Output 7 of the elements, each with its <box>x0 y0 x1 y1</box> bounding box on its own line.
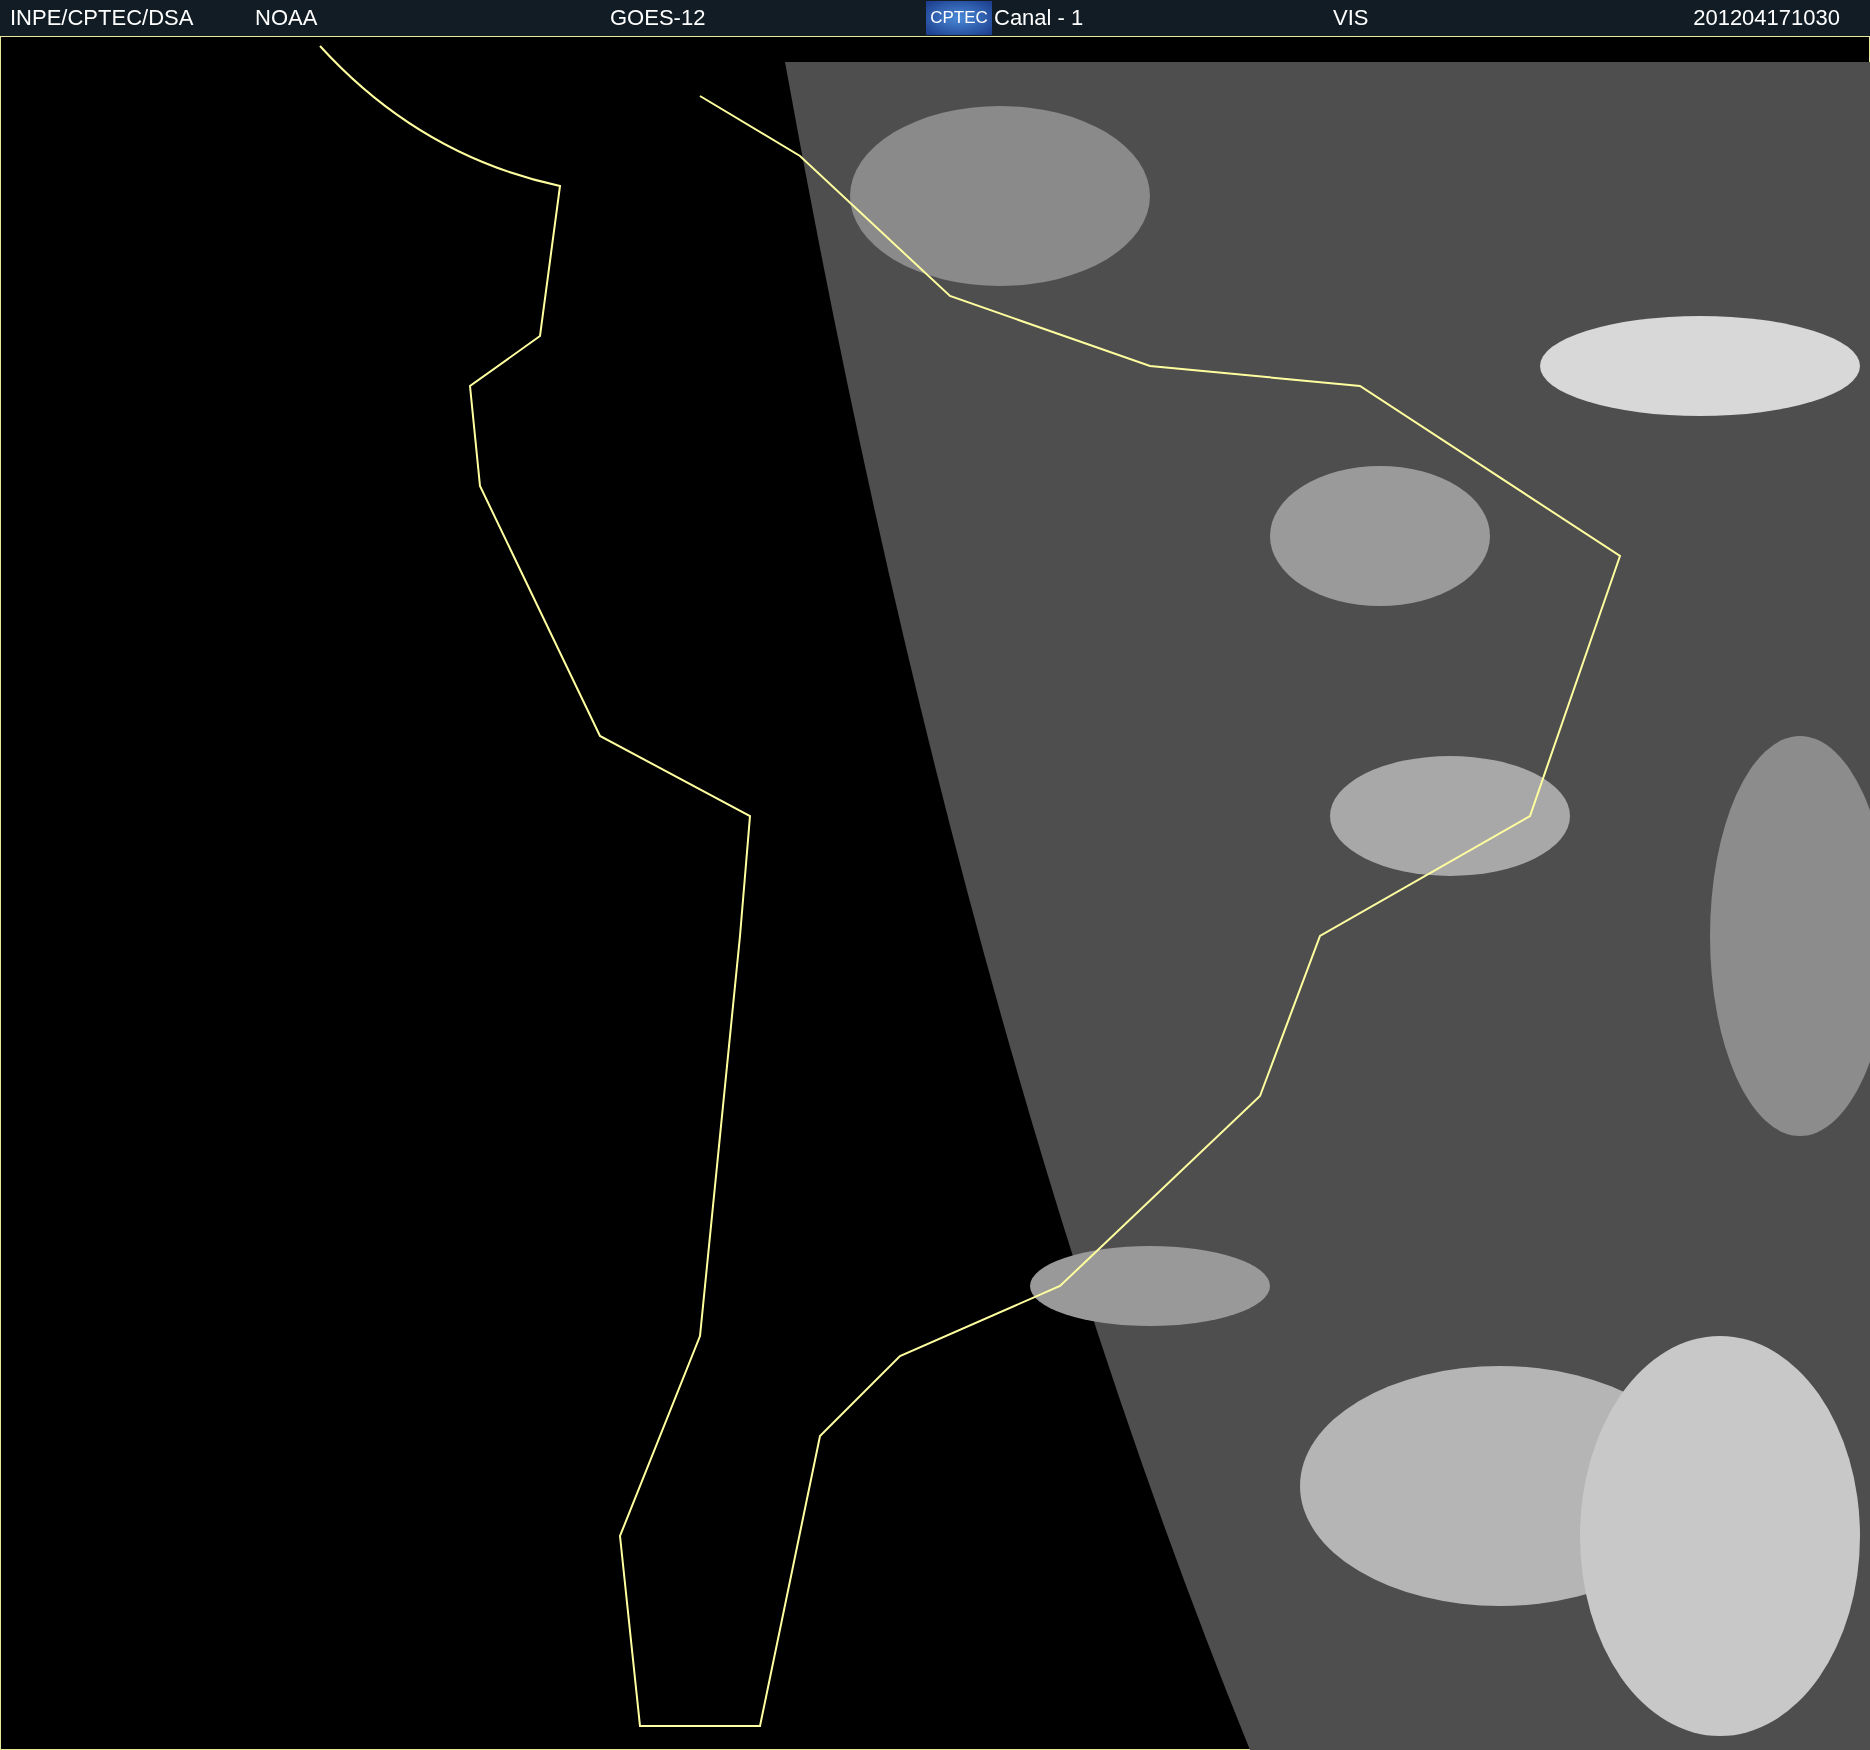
source-label: INPE/CPTEC/DSA <box>10 5 194 31</box>
timestamp-label: 201204171030 <box>1693 5 1840 31</box>
agency-label: NOAA <box>255 5 318 31</box>
logo: CPTEC <box>926 1 992 35</box>
band-label: VIS <box>1333 5 1369 31</box>
satellite-label: GOES-12 <box>610 5 706 31</box>
channel-label: Canal - 1 <box>994 5 1084 31</box>
